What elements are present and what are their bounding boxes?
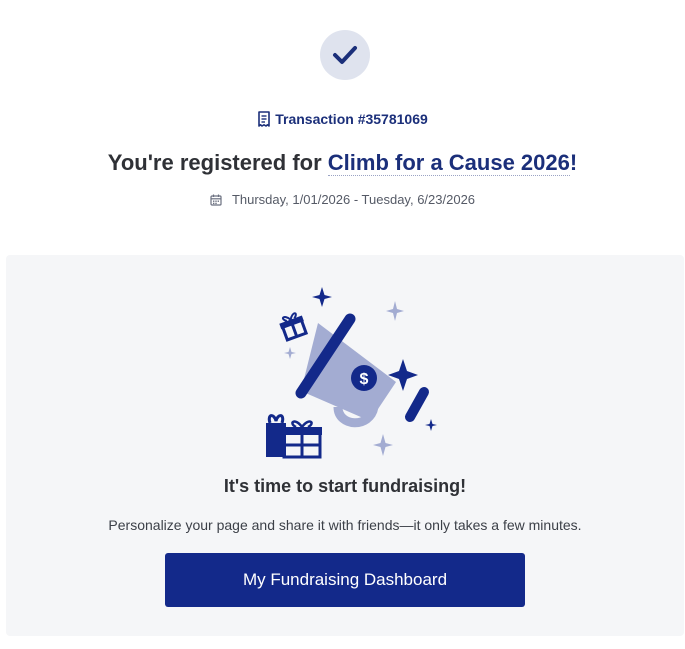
check-icon [333, 46, 357, 64]
fundraising-title: It's time to start fundraising! [223, 476, 467, 496]
success-check-badge [320, 30, 370, 80]
receipt-icon [258, 111, 271, 127]
megaphone-illustration: $ [266, 287, 437, 459]
registration-headline: You're registered for Climb for a Cause … [0, 150, 685, 176]
fundraising-panel: $ It's time to start fundraising! Person… [6, 255, 684, 636]
transaction-number: Transaction #35781069 [275, 111, 428, 127]
event-name-link[interactable]: Climb for a Cause 2026 [327, 150, 570, 176]
event-date-range: Thursday, 1/01/2026 - Tuesday, 6/23/2026 [0, 192, 685, 207]
svg-text:$: $ [360, 371, 369, 388]
fundraising-description: Personalize your page and share it with … [108, 517, 582, 533]
headline-prefix: You're registered for [107, 150, 328, 175]
fundraising-dashboard-button[interactable]: My Fundraising Dashboard [165, 553, 525, 607]
headline-suffix: ! [569, 150, 578, 175]
calendar-icon [210, 194, 222, 206]
transaction-row: Transaction #35781069 [0, 111, 685, 127]
date-range-text: Thursday, 1/01/2026 - Tuesday, 6/23/2026 [231, 192, 476, 207]
